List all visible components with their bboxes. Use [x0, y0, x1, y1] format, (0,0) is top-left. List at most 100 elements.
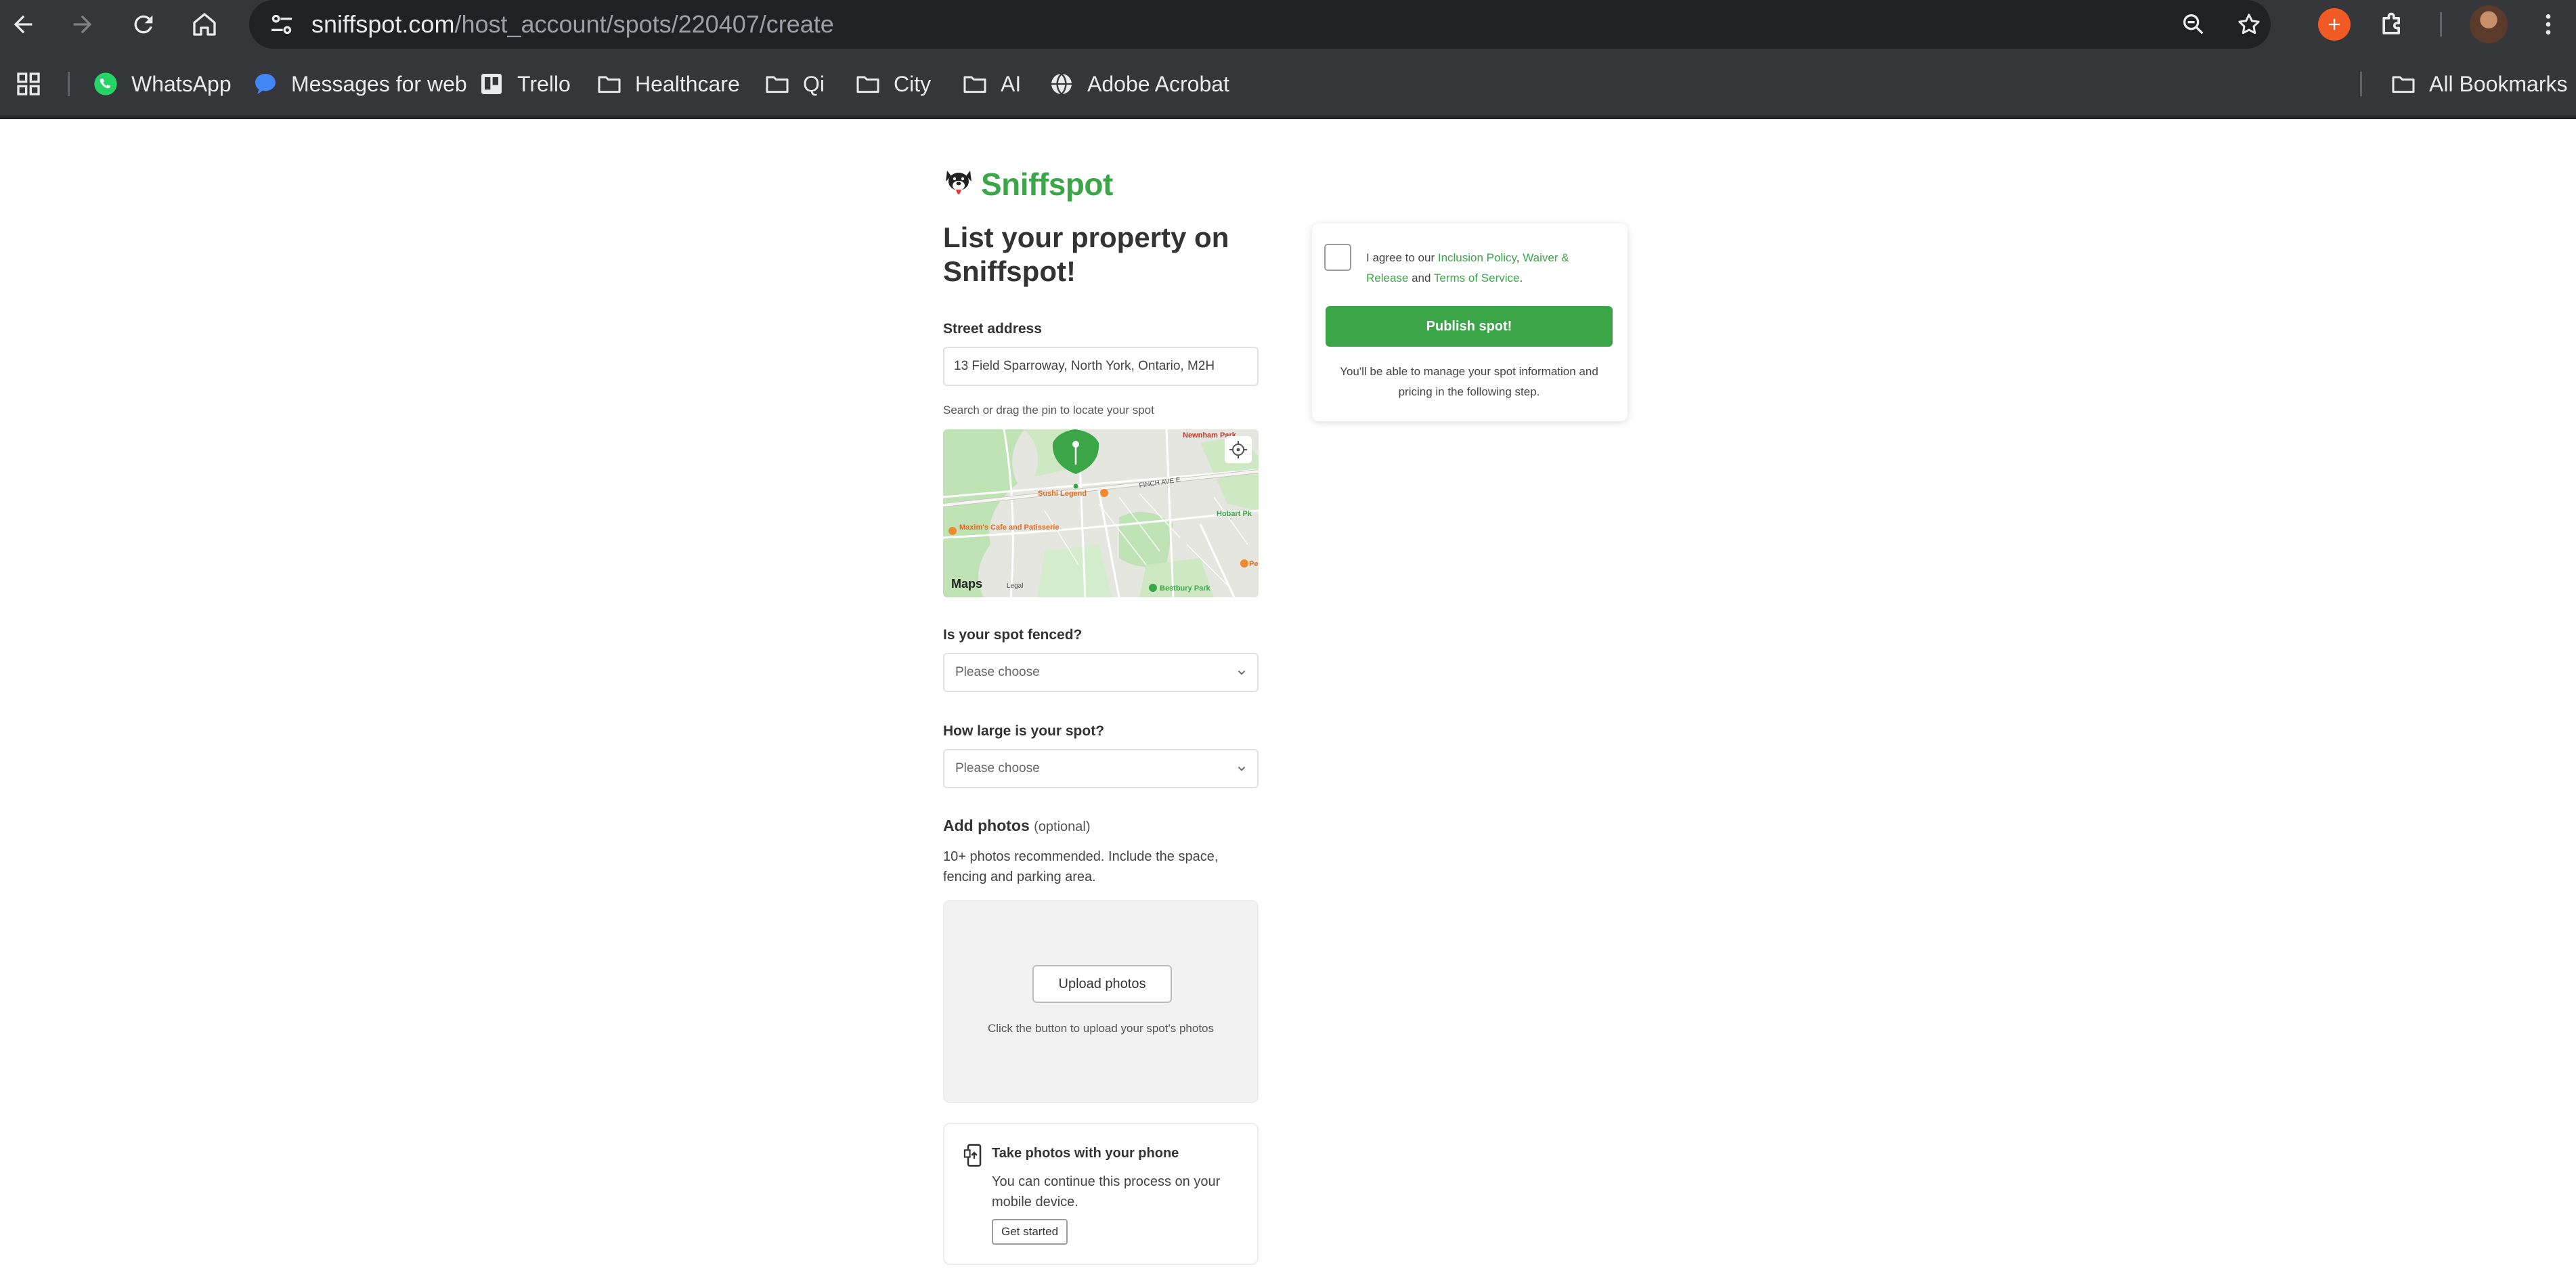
chevron-down-icon [1238, 767, 1246, 771]
photo-dropzone[interactable]: Upload photos Click the button to upload… [943, 900, 1259, 1103]
publish-note: You'll be able to manage your spot infor… [1340, 365, 1598, 398]
agree-text: I agree to our Inclusion Policy, Waiver … [1366, 248, 1610, 288]
home-icon [193, 13, 216, 36]
bookmark-label: AI [1001, 71, 1022, 96]
folder-icon [764, 70, 791, 98]
bookmark-messages[interactable]: Messages for web [252, 49, 467, 119]
phone-upload-icon [963, 1144, 982, 1167]
agree-sep: , [1516, 251, 1523, 264]
all-bookmarks-label: All Bookmarks [2429, 71, 2568, 96]
apps-button[interactable] [15, 49, 42, 119]
bookmark-label: Qi [803, 71, 825, 96]
map-label-hobart: Hobart Pk [1217, 510, 1252, 518]
reload-icon [134, 15, 153, 34]
map-legal-link[interactable]: Legal [1007, 582, 1023, 590]
bookmark-label: Messages for web [291, 71, 467, 96]
address-bar[interactable]: sniffspot.com/host_account/spots/220407/… [249, 0, 2271, 49]
locate-me-icon[interactable] [1225, 436, 1252, 463]
messages-icon [252, 70, 279, 98]
agree-sep: and [1408, 272, 1434, 284]
folder-icon [961, 70, 988, 98]
arrow-right-icon [73, 15, 92, 34]
bookmark-label: WhatsApp [131, 71, 232, 96]
map-helper-text: Search or drag the pin to locate your sp… [943, 404, 1154, 416]
bookmark-label: Trello [517, 71, 571, 96]
back-button[interactable] [4, 5, 42, 43]
inclusion-policy-link[interactable]: Inclusion Policy [1438, 251, 1516, 264]
bookmark-label: City [894, 71, 932, 96]
dog-logo-icon [946, 171, 972, 194]
fenced-select[interactable]: Please choose [943, 653, 1259, 692]
add-photos-title: Add photos [943, 817, 1030, 834]
url-path: /host_account/spots/220407/create [454, 10, 834, 38]
bookmark-label: Adobe Acrobat [1087, 71, 1229, 96]
fenced-label: Is your spot fenced? [943, 627, 1083, 643]
apple-maps-attribution: Maps [951, 577, 982, 591]
optional-tag: (optional) [1034, 819, 1091, 834]
agree-suffix: . [1519, 272, 1523, 284]
agree-prefix: I agree to our [1366, 251, 1438, 264]
url-host: sniffspot.com [311, 10, 455, 38]
size-placeholder: Please choose [955, 761, 1040, 775]
bookmark-folder-qi[interactable]: Qi [764, 49, 825, 119]
home-button[interactable] [185, 5, 223, 43]
fenced-placeholder: Please choose [955, 665, 1040, 679]
folder-icon [596, 70, 623, 98]
profile-avatar[interactable] [2470, 5, 2508, 43]
phone-upload-card: Take photos with your phone You can cont… [943, 1123, 1259, 1265]
terms-of-service-link[interactable]: Terms of Service [1434, 272, 1520, 284]
bookmark-folder-healthcare[interactable]: Healthcare [596, 49, 740, 119]
site-settings-icon[interactable] [268, 11, 295, 38]
publish-card: I agree to our Inclusion Policy, Waiver … [1312, 223, 1628, 421]
map-label-sushi-legend: Sushi Legend [1038, 490, 1087, 498]
upload-photos-button[interactable]: Upload photos [1032, 965, 1172, 1003]
photos-description: 10+ photos recommended. Include the spac… [943, 849, 1219, 884]
bookmark-adobe-acrobat[interactable]: Adobe Acrobat [1048, 49, 1229, 119]
bookmarks-divider [2360, 72, 2362, 96]
trello-icon [478, 70, 505, 98]
bookmark-label: Healthcare [635, 71, 740, 96]
toolbar-divider [2440, 12, 2442, 37]
bookmark-folder-ai[interactable]: AI [961, 49, 1021, 119]
size-select[interactable]: Please choose [943, 749, 1259, 788]
map-label-bestbury-park: Bestbury Park [1160, 584, 1210, 593]
add-photos-heading: Add photos (optional) [943, 817, 1091, 835]
street-address-label: Street address [943, 321, 1042, 337]
all-bookmarks-button[interactable]: All Bookmarks [2390, 49, 2568, 119]
arrow-left-icon [14, 15, 32, 34]
upload-help-text: Click the button to upload your spot's p… [987, 1022, 1214, 1035]
location-map[interactable]: Sushi Legend FINCH AVE E Maxim's Cafe an… [943, 429, 1259, 597]
folder-icon [2390, 70, 2417, 98]
chevron-down-icon [1238, 670, 1246, 675]
bookmark-trello[interactable]: Trello [478, 49, 571, 119]
bookmark-folder-city[interactable]: City [854, 49, 931, 119]
publish-spot-button[interactable]: Publish spot! [1326, 306, 1613, 347]
brand-name: Sniffspot [981, 167, 1113, 202]
globe-icon [1048, 70, 1075, 98]
more-menu-icon[interactable] [2535, 8, 2562, 41]
page-title: List your property on Sniffspot! [943, 221, 1229, 287]
extensions-puzzle-icon[interactable] [2378, 9, 2407, 39]
browser-toolbar: sniffspot.com/host_account/spots/220407/… [0, 0, 2576, 49]
map-canvas[interactable]: Sushi Legend FINCH AVE E Maxim's Cafe an… [943, 429, 1259, 597]
zoom-icon[interactable] [2180, 11, 2207, 38]
bookmark-whatsapp[interactable]: WhatsApp [92, 49, 232, 119]
agree-checkbox[interactable] [1324, 244, 1351, 271]
map-label-maxims: Maxim's Cafe and Patisserie [959, 523, 1060, 532]
whatsapp-icon [92, 70, 119, 98]
forward-button[interactable] [64, 5, 102, 43]
star-bookmark-icon[interactable] [2235, 11, 2263, 38]
url-text[interactable]: sniffspot.com/host_account/spots/220407/… [311, 0, 834, 49]
street-address-input[interactable]: 13 Field Sparroway, North York, Ontario,… [943, 347, 1259, 386]
sniffspot-logo[interactable]: Sniffspot [943, 165, 1113, 203]
phone-card-title: Take photos with your phone [992, 1146, 1179, 1161]
get-started-button[interactable]: Get started [992, 1219, 1068, 1245]
apps-grid-icon [17, 72, 40, 95]
bookmarks-bar: WhatsApp Messages for web Trello Healthc… [0, 49, 2576, 119]
size-label: How large is your spot? [943, 723, 1105, 739]
bookmarks-divider [68, 72, 70, 96]
page-content: Sniffspot List your property on Sniffspo… [0, 119, 2576, 1286]
reload-button[interactable] [125, 5, 162, 43]
folder-icon [854, 70, 881, 98]
extension-plus-icon[interactable] [2318, 8, 2351, 41]
